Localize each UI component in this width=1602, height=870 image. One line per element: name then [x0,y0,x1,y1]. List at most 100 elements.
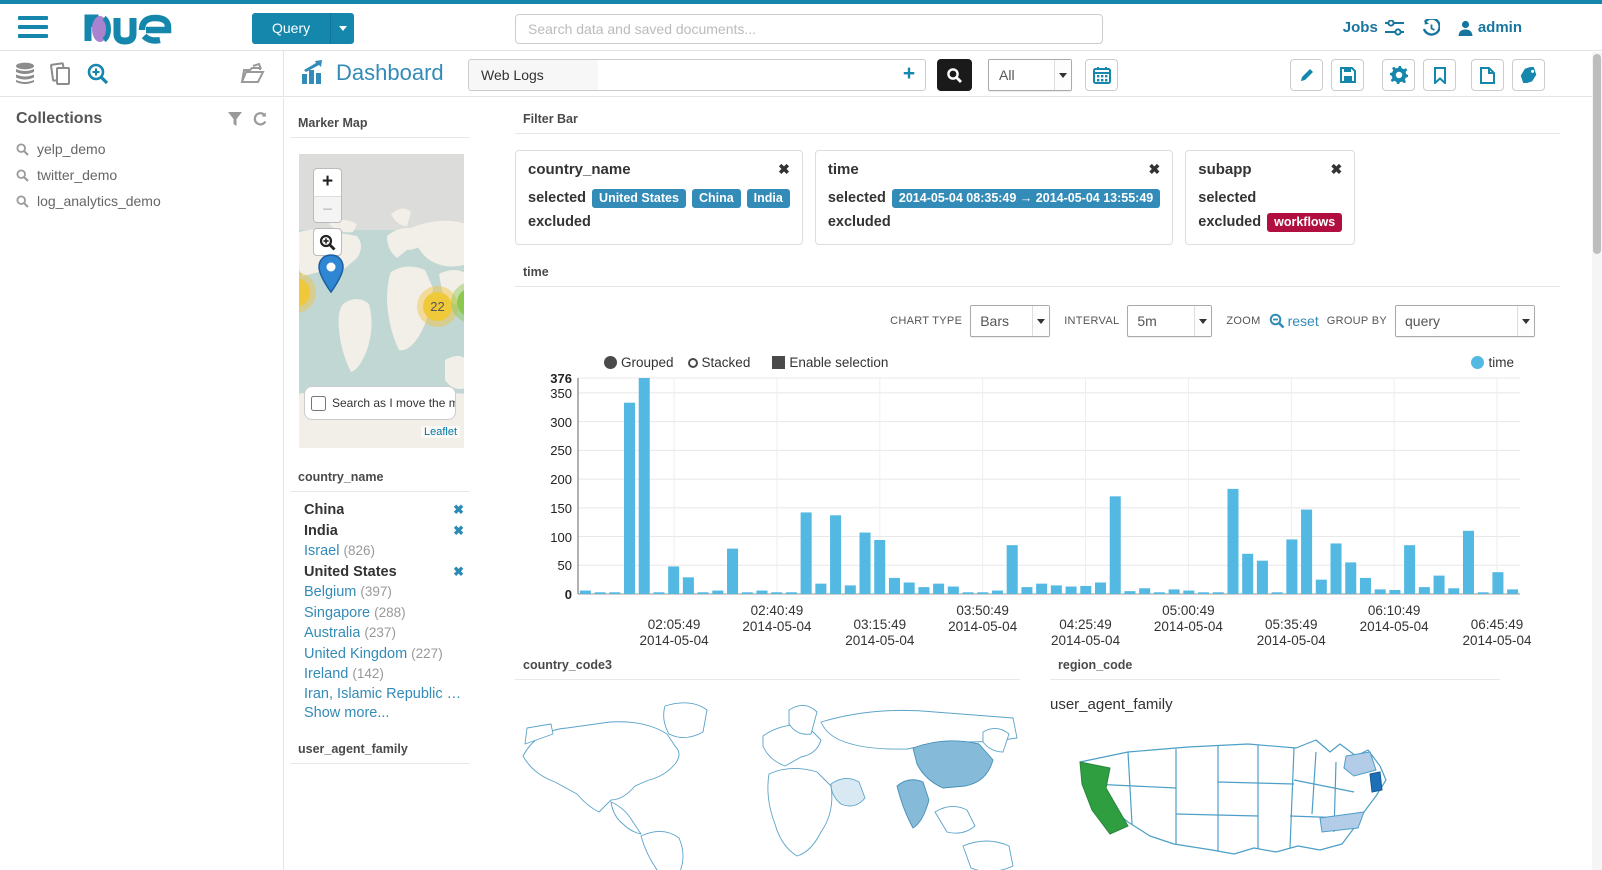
map-zoom-out-button[interactable]: − [314,196,341,222]
save-dashboard-button[interactable] [1331,59,1364,91]
map-zoom-in-button[interactable]: + [314,169,341,196]
time-bar[interactable] [1065,586,1077,594]
hue-logo[interactable] [80,10,190,48]
collection-item-twitter_demo[interactable]: twitter_demo [0,162,283,188]
map-pin-marker[interactable] [317,254,345,299]
time-bar[interactable] [623,402,636,594]
user-menu[interactable]: admin [1458,19,1522,36]
chart-type-select[interactable]: Bars [970,305,1051,337]
time-bar[interactable] [1345,562,1357,594]
time-bar[interactable] [830,515,842,594]
time-bar[interactable] [1404,545,1416,594]
time-bar[interactable] [1006,545,1018,594]
collection-item-log_analytics_demo[interactable]: log_analytics_demo [0,188,283,214]
facet-value-label[interactable]: Belgium [304,583,356,603]
collection-item-yelp_demo[interactable]: yelp_demo [0,136,283,162]
facet-value-row[interactable]: Israel (826) [304,541,464,562]
facet-value-label[interactable]: United States [304,563,397,583]
time-bar[interactable] [1418,587,1430,594]
facet-value-label[interactable]: Ireland [304,665,348,685]
enable-selection-checkbox[interactable]: Enable selection [772,355,888,370]
time-bar[interactable] [1124,591,1136,594]
time-bar[interactable] [1050,585,1062,594]
time-bar[interactable] [1389,589,1401,594]
remove-facet-icon[interactable]: ✖ [453,500,464,520]
region-code-us-map[interactable] [1058,722,1458,870]
run-search-button[interactable] [937,59,972,91]
hamburger-menu-icon[interactable] [18,16,48,40]
time-bar[interactable] [1433,575,1445,594]
jobs-link[interactable]: Jobs [1343,19,1404,36]
facet-value-row[interactable]: Singapore (288) [304,603,464,624]
edit-dashboard-button[interactable] [1290,59,1323,91]
search-as-move-checkbox-input[interactable] [311,395,326,411]
time-bar[interactable] [1492,572,1504,594]
show-more-link[interactable]: Show more... [304,704,464,724]
time-bar[interactable] [682,577,694,594]
time-bar[interactable] [1286,539,1298,594]
close-filter-icon[interactable]: ✖ [1149,161,1161,178]
time-bar[interactable] [1109,496,1121,594]
collection-name-box[interactable]: Web Logs [468,59,599,91]
remove-facet-icon[interactable]: ✖ [453,521,464,541]
facet-value-label[interactable]: China [304,501,344,521]
documents-icon[interactable] [50,62,72,86]
time-bar[interactable] [1374,589,1386,594]
time-bar[interactable] [1153,592,1165,594]
time-bar[interactable] [1256,560,1268,594]
time-bar[interactable] [874,540,886,594]
database-icon[interactable] [14,62,36,86]
settings-button[interactable] [1382,59,1415,91]
time-bar[interactable] [1462,530,1475,594]
time-bar[interactable] [1168,589,1180,594]
time-bar[interactable] [712,590,724,594]
scrollbar-thumb[interactable] [1593,54,1601,254]
zoom-reset-link[interactable]: reset [1288,313,1319,329]
calendar-button[interactable] [1085,59,1118,91]
close-filter-icon[interactable]: ✖ [778,161,790,178]
facet-value-row[interactable]: Ireland (142) [304,664,464,685]
close-filter-icon[interactable]: ✖ [1331,161,1343,178]
time-bar[interactable] [594,592,606,594]
time-bar[interactable] [785,592,797,594]
time-bar[interactable] [1212,592,1224,594]
time-bar[interactable] [991,590,1004,594]
facet-value-row[interactable]: China ✖ [304,500,464,521]
grouped-radio[interactable]: Grouped [604,355,674,370]
time-bar[interactable] [1315,579,1327,594]
facet-value-label[interactable]: India [304,522,338,542]
time-bar[interactable] [1036,583,1048,594]
time-bar[interactable] [888,577,900,594]
zoom-in-icon[interactable] [86,62,110,86]
dashboard-query-input[interactable] [598,59,894,91]
facet-value-row[interactable]: Iran, Islamic Republic of ... [304,685,464,705]
time-bar[interactable] [1477,592,1489,594]
filter-pill[interactable]: workflows [1267,212,1343,232]
interval-select[interactable]: 5m [1127,305,1213,337]
facet-value-label[interactable]: Iran, Islamic Republic of ... [304,685,464,705]
time-bar[interactable] [697,592,709,594]
time-bar[interactable] [1021,587,1033,594]
time-chart-plot[interactable] [530,370,1530,602]
time-bar[interactable] [727,548,739,594]
time-bar[interactable] [859,532,871,594]
facet-value-label[interactable]: Singapore [304,604,370,624]
time-bar-chart[interactable]: 376 350 300 250 200 150 100 50 0 02:05:49 2014-05-… [530,370,1531,660]
refresh-icon[interactable] [252,112,267,126]
time-bar[interactable] [1330,543,1342,594]
facet-value-label[interactable]: Israel [304,542,339,562]
new-document-button[interactable] [1471,59,1504,91]
time-bar[interactable] [947,586,959,594]
time-bar[interactable] [609,592,621,594]
global-search-input[interactable] [515,14,1103,44]
add-widget-button[interactable]: + [893,59,926,91]
facet-value-row[interactable]: United Kingdom (227) [304,644,464,665]
time-bar[interactable] [1139,588,1151,594]
query-button-label[interactable]: Query [252,13,331,44]
group-by-select[interactable]: query [1395,305,1535,337]
facet-value-row[interactable]: India ✖ [304,521,464,542]
marker-map-widget[interactable]: + − 5 22 2 Search as I move the map Leaf… [299,154,464,448]
query-split-button[interactable]: Query [252,13,355,44]
time-bar[interactable] [1271,592,1283,594]
time-bar[interactable] [844,585,856,594]
